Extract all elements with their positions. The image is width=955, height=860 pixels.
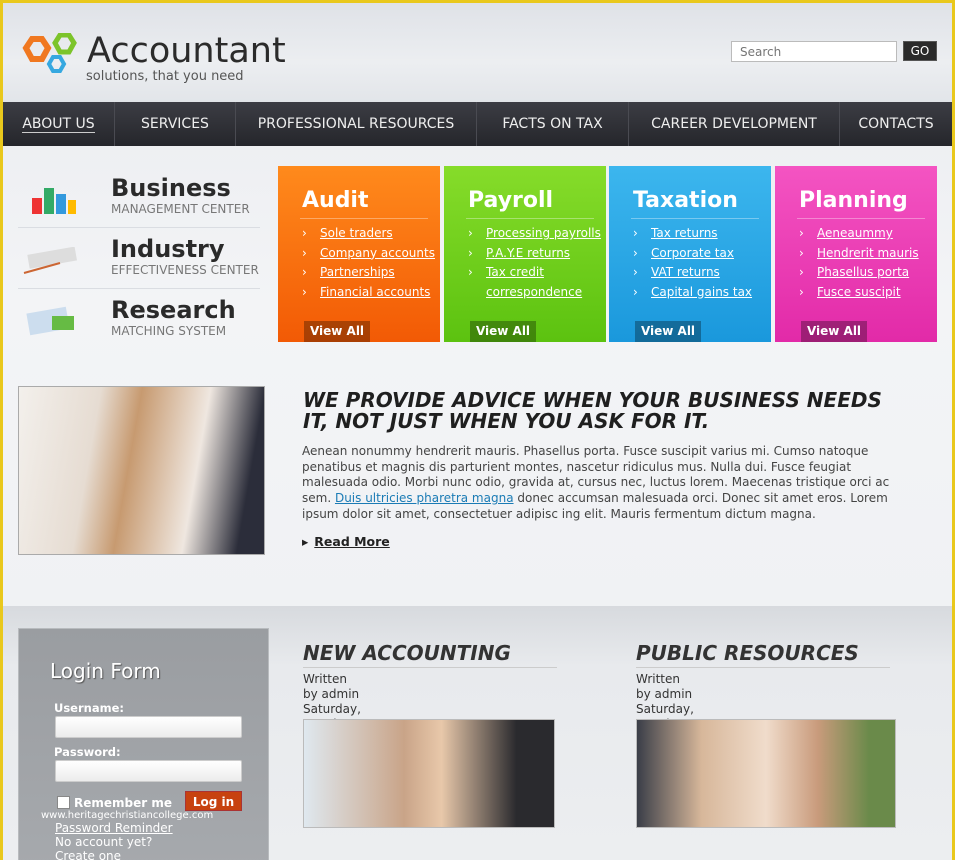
- taxation-link[interactable]: VAT returns: [633, 263, 752, 283]
- business-handshake-photo: [18, 386, 265, 555]
- watermark: www.heritagechristiancollege.com: [41, 810, 214, 821]
- page: Accountant solutions, that you need GO A…: [3, 3, 952, 860]
- audit-box: Audit Sole tradersCompany accountsPartne…: [278, 166, 440, 342]
- planning-link[interactable]: Hendrerit mauris: [799, 244, 919, 264]
- nav-contacts[interactable]: CONTACTS: [840, 102, 952, 146]
- nav-professional-resources[interactable]: PROFESSIONAL RESOURCES: [236, 102, 477, 146]
- read-more-link[interactable]: ▸ Read More: [302, 534, 390, 549]
- taxation-link[interactable]: Capital gains tax: [633, 283, 752, 303]
- payroll-box: Payroll Processing payrollsP.A.Y.E retur…: [444, 166, 606, 342]
- create-account-link[interactable]: Create one: [55, 849, 121, 860]
- login-form: Login Form Username: Password: Remember …: [18, 628, 269, 860]
- logo-icon: [22, 33, 77, 73]
- planning-link[interactable]: Aeneaummy: [799, 224, 919, 244]
- calculator-icon: [26, 306, 74, 336]
- site-tagline: solutions, that you need: [86, 69, 244, 84]
- payroll-link[interactable]: P.A.Y.E returns: [468, 244, 601, 264]
- man-on-phone-photo: [303, 719, 555, 828]
- payroll-link[interactable]: Tax credit correspondence: [468, 263, 588, 302]
- blueprint-icon: [23, 247, 77, 274]
- news-title[interactable]: PUBLIC RESOURCES: [636, 641, 890, 668]
- planning-view-all-button[interactable]: View All: [801, 321, 867, 342]
- planning-box: Planning AeneaummyHendrerit maurisPhasel…: [775, 166, 937, 342]
- planning-link[interactable]: Fusce suscipit: [799, 283, 919, 303]
- intro-headline: WE PROVIDE ADVICE WHEN YOUR BUSINESS NEE…: [303, 388, 882, 433]
- intro-link[interactable]: Duis ultricies pharetra magna: [335, 491, 514, 505]
- audit-link[interactable]: Partnerships: [302, 263, 435, 283]
- remember-me-checkbox[interactable]: [57, 796, 70, 809]
- header: Accountant solutions, that you need GO: [3, 3, 952, 102]
- search-input[interactable]: [731, 41, 897, 62]
- site-title: Accountant: [87, 31, 286, 71]
- feature-business[interactable]: Business MANAGEMENT CENTER: [18, 168, 260, 228]
- audit-link[interactable]: Sole traders: [302, 224, 435, 244]
- bar-chart-icon: [32, 188, 76, 214]
- taxation-box: Taxation Tax returnsCorporate taxVAT ret…: [609, 166, 771, 342]
- feature-industry[interactable]: Industry EFFECTIVENESS CENTER: [18, 229, 260, 289]
- nav-facts-on-tax[interactable]: FACTS ON TAX: [477, 102, 629, 146]
- taxation-link[interactable]: Corporate tax: [633, 244, 752, 264]
- feature-research[interactable]: Research MATCHING SYSTEM: [18, 290, 260, 350]
- audit-link[interactable]: Financial accounts: [302, 283, 435, 303]
- nav-about-us[interactable]: ABOUT US: [3, 102, 115, 146]
- news-title[interactable]: NEW ACCOUNTING: [303, 641, 557, 668]
- go-button[interactable]: GO: [903, 41, 937, 61]
- audit-view-all-button[interactable]: View All: [304, 321, 370, 342]
- main-nav: ABOUT US SERVICES PROFESSIONAL RESOURCES…: [3, 102, 952, 146]
- nav-services[interactable]: SERVICES: [115, 102, 236, 146]
- username-input[interactable]: [55, 716, 242, 738]
- payroll-view-all-button[interactable]: View All: [470, 321, 536, 342]
- login-button[interactable]: Log in: [185, 791, 242, 811]
- nav-career-development[interactable]: CAREER DEVELOPMENT: [629, 102, 840, 146]
- taxation-link[interactable]: Tax returns: [633, 224, 752, 244]
- intro-paragraph: Aenean nonummy hendrerit mauris. Phasell…: [302, 444, 890, 521]
- planning-link[interactable]: Phasellus porta: [799, 263, 919, 283]
- audit-link[interactable]: Company accounts: [302, 244, 435, 264]
- taxation-view-all-button[interactable]: View All: [635, 321, 701, 342]
- password-reminder-link[interactable]: Password Reminder: [55, 821, 173, 835]
- business-team-photo: [636, 719, 896, 828]
- payroll-link[interactable]: Processing payrolls: [468, 224, 601, 244]
- password-input[interactable]: [55, 760, 242, 782]
